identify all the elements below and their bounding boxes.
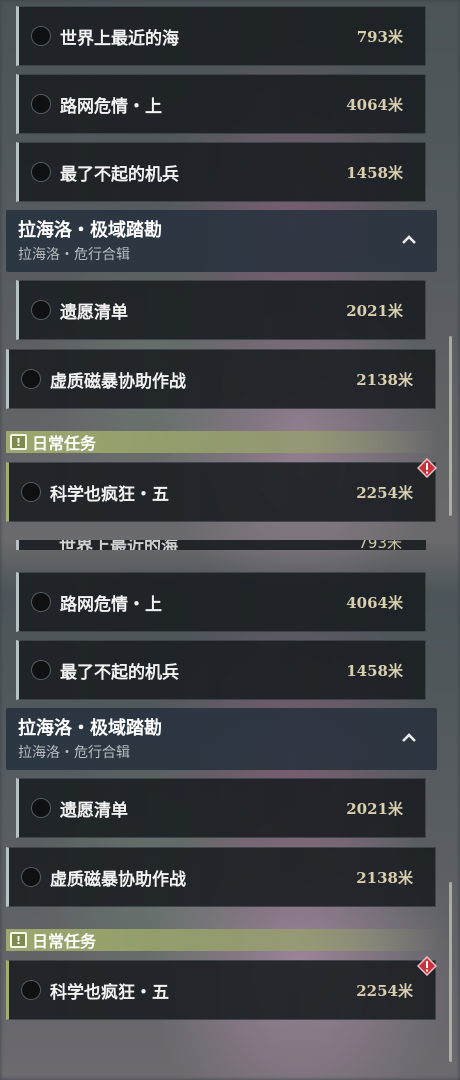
scrollbar[interactable] [449,336,452,516]
daily-tasks-label: 日常任务 [32,932,97,951]
quest-group-header[interactable]: 拉海洛・极域踏勘 拉海洛・危行合辑 [6,210,437,272]
quest-distance: 2021米 [346,301,403,320]
quest-name: 路网危情・上 [60,594,162,615]
group-subtitle: 拉海洛・危行合辑 [18,745,130,761]
quest-name: 最了不起的机兵 [60,662,179,683]
quest-panel-1: 世界上最近的海 793米 路网危情・上 4064米 最了不起的机兵 1458米 … [0,0,460,540]
quest-distance: 1458米 [346,661,403,680]
quest-distance: 793米 [356,27,403,46]
daily-quest-item[interactable]: 科学也疯狂・五 2254米 [6,462,436,522]
quest-distance: 2254米 [356,981,413,1000]
quest-name: 最了不起的机兵 [60,164,179,185]
quest-distance: 2254米 [356,483,413,502]
daily-quest-item[interactable]: 科学也疯狂・五 2254米 [6,960,436,1020]
quest-status-circle[interactable] [31,798,51,818]
exclamation-box-icon: ! [10,932,27,948]
daily-tasks-label: 日常任务 [32,434,97,453]
quest-item[interactable]: 路网危情・上 4064米 [16,74,426,134]
quest-name: 路网危情・上 [60,96,162,117]
red-diamond-alert-icon [417,956,437,976]
quest-distance: 2138米 [356,370,413,389]
quest-item[interactable]: 最了不起的机兵 1458米 [16,640,426,700]
quest-distance: 4064米 [346,95,403,114]
quest-item[interactable]: 最了不起的机兵 1458米 [16,142,426,202]
quest-panel-2: 世界上最近的海 793米 路网危情・上 4064米 最了不起的机兵 1458米 … [0,540,460,1080]
quest-status-circle[interactable] [31,300,51,320]
quest-item[interactable]: 虚质磁暴协助作战 2138米 [6,847,436,907]
quest-item[interactable]: 虚质磁暴协助作战 2138米 [6,349,436,409]
quest-name: 世界上最近的海 [59,540,178,550]
red-diamond-alert-icon [417,458,437,478]
quest-status-circle[interactable] [21,369,41,389]
quest-status-circle[interactable] [31,26,51,46]
quest-status-circle[interactable] [21,867,41,887]
group-title: 拉海洛・极域踏勘 [18,718,162,739]
quest-name: 科学也疯狂・五 [50,484,169,505]
quest-item[interactable]: 世界上最近的海 793米 [16,6,426,66]
quest-item[interactable]: 遗愿清单 2021米 [16,280,426,340]
quest-item[interactable]: 路网危情・上 4064米 [16,572,426,632]
quest-status-circle[interactable] [31,660,51,680]
chevron-up-icon[interactable] [401,232,417,248]
quest-distance: 1458米 [346,163,403,182]
quest-status-circle[interactable] [31,94,51,114]
chevron-up-icon[interactable] [401,730,417,746]
quest-status-circle[interactable] [31,592,51,612]
daily-tasks-header: ! 日常任务 [6,929,440,951]
quest-distance: 793米 [358,540,402,550]
quest-name: 虚质磁暴协助作战 [50,869,186,890]
group-subtitle: 拉海洛・危行合辑 [18,247,130,263]
quest-item-partial[interactable]: 世界上最近的海 793米 [16,540,426,550]
quest-distance: 2021米 [346,799,403,818]
quest-name: 遗愿清单 [60,800,128,821]
quest-name: 科学也疯狂・五 [50,982,169,1003]
quest-item[interactable]: 遗愿清单 2021米 [16,778,426,838]
exclamation-box-icon: ! [10,434,27,450]
quest-name: 虚质磁暴协助作战 [50,371,186,392]
quest-name: 遗愿清单 [60,302,128,323]
quest-status-circle[interactable] [31,162,51,182]
quest-distance: 4064米 [346,593,403,612]
group-title: 拉海洛・极域踏勘 [18,220,162,241]
quest-status-circle[interactable] [21,980,41,1000]
quest-status-circle[interactable] [21,482,41,502]
scrollbar[interactable] [449,882,452,1062]
quest-name: 世界上最近的海 [60,28,179,49]
daily-tasks-header: ! 日常任务 [6,431,440,453]
quest-distance: 2138米 [356,868,413,887]
quest-group-header[interactable]: 拉海洛・极域踏勘 拉海洛・危行合辑 [6,708,437,770]
